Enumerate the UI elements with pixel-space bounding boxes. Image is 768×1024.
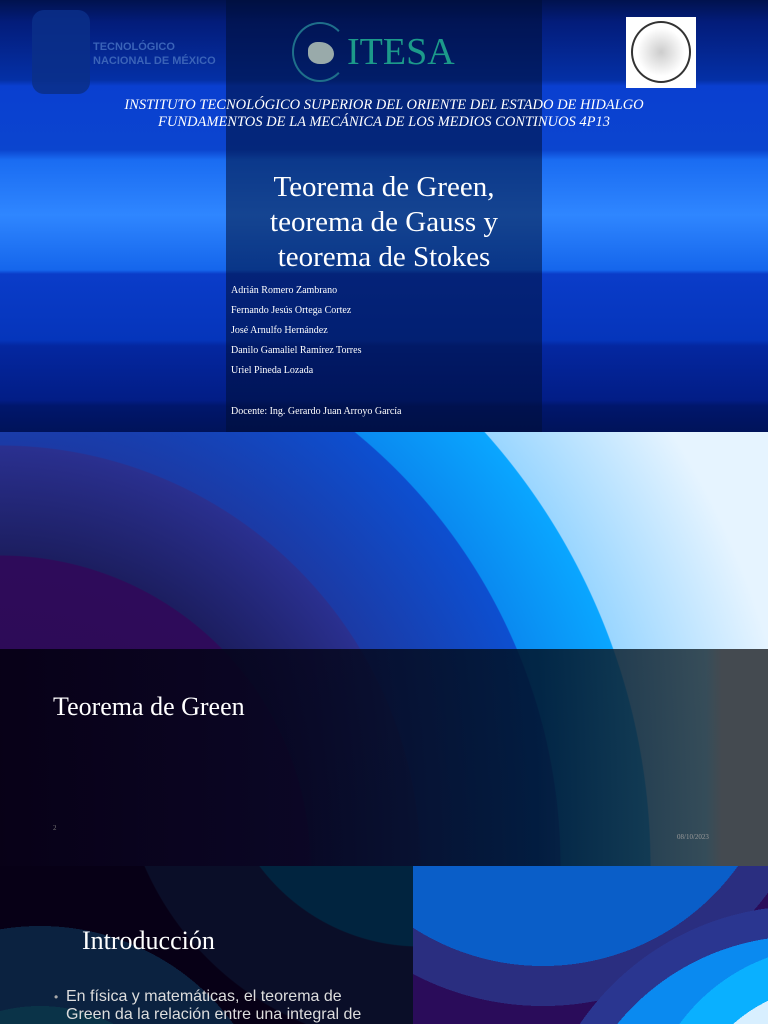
institute-name: INSTITUTO TECNOLÓGICO SUPERIOR DEL ORIEN… <box>124 97 644 113</box>
title-band <box>0 649 768 866</box>
author: José Arnulfo Hernández <box>231 325 328 336</box>
author: Fernando Jesús Ortega Cortez <box>231 305 352 316</box>
page-number: 2 <box>53 824 57 832</box>
teacher: Docente: Ing. Gerardo Juan Arroyo García <box>231 406 402 417</box>
intro-slide: Introducción En física y matemáticas, el… <box>0 866 768 1024</box>
hidalgo-map-icon <box>308 42 334 64</box>
itesa-logo: ITESA <box>292 22 455 82</box>
slide-date: 08/10/2023 <box>677 833 709 841</box>
tecnm-logo-line: TECNOLÓGICO <box>93 41 175 53</box>
author: Danilo Gamaliel Ramírez Torres <box>231 345 362 356</box>
section-title: Teorema de Green <box>53 692 245 721</box>
title-line: teorema de Gauss y <box>270 206 498 238</box>
author: Uriel Pineda Lozada <box>231 365 314 376</box>
civil-seal-icon <box>631 21 691 83</box>
tecnm-logo-line: NACIONAL DE MÉXICO <box>93 55 216 67</box>
tecnm-logo-icon <box>32 10 90 94</box>
section-slide: Teorema de Green 2 08/10/2023 <box>0 432 768 866</box>
presentation-title: Teorema de Green, teorema de Gauss y teore… <box>226 170 542 275</box>
slide-title: Introducción <box>82 926 215 955</box>
bullet-text: En física y matemáticas, el teorema de G… <box>54 988 374 1024</box>
title-slide: TECNOLÓGICO NACIONAL DE MÉXICO ITESA INST… <box>0 0 768 432</box>
author: Adrián Romero Zambrano <box>231 285 338 296</box>
itesa-logo-text: ITESA <box>347 31 455 73</box>
civil-engineering-logo <box>626 17 696 88</box>
tecnm-logo-text: TECNOLÓGICO NACIONAL DE MÉXICO <box>93 40 216 68</box>
decorative-circles-right <box>413 866 768 1024</box>
title-line: Teorema de Green, <box>273 171 495 203</box>
course-name: FUNDAMENTOS DE LA MECÁNICA DE LOS MEDIOS… <box>158 114 610 130</box>
title-line: teorema de Stokes <box>277 241 491 273</box>
